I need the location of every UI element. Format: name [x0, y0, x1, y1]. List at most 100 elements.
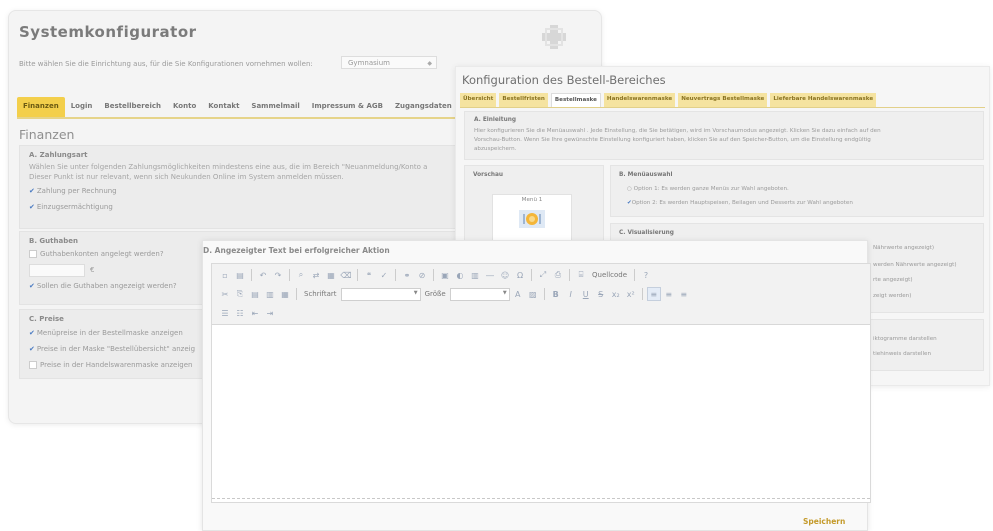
meal-icon: [519, 210, 545, 228]
amount-input[interactable]: [29, 264, 85, 277]
replace-icon[interactable]: ⇄: [309, 268, 323, 282]
config-tabs: Finanzen Login Bestellbereich Konto Kont…: [17, 97, 463, 119]
option-rechnung[interactable]: ✔ Zahlung per Rechnung: [29, 187, 117, 195]
zahlungsart-note: Dieser Punkt ist nur relevant, wenn sich…: [29, 173, 344, 181]
chevron-down-icon: ▼: [413, 289, 418, 296]
preise-option-2[interactable]: ✔ Preise in der Maske "Bestellübersicht" …: [29, 345, 195, 353]
special-char-icon[interactable]: Ω: [513, 268, 527, 282]
menu-preview-card[interactable]: Menü 1: [492, 194, 572, 243]
new-page-icon[interactable]: ▫: [218, 268, 232, 282]
editor-content-area[interactable]: [212, 325, 870, 495]
checkbox: [29, 250, 37, 258]
logo-icon: [542, 25, 566, 49]
cut-icon[interactable]: ✂: [218, 287, 232, 301]
facility-select[interactable]: Gymnasium ◆: [341, 56, 437, 69]
table-insert-icon[interactable]: ▥: [468, 268, 482, 282]
menu-option-1[interactable]: ○ Option 1: Es werden ganze Menüs zur Wa…: [627, 185, 789, 194]
subscript-icon[interactable]: x₂: [609, 287, 623, 301]
tab-bestellfristen[interactable]: Bestellfristen: [499, 93, 548, 107]
save-button[interactable]: Speichern: [803, 517, 845, 526]
guthaben-option[interactable]: Guthabenkonten angelegt werden?: [29, 250, 164, 258]
indent-icon[interactable]: ⇥: [263, 306, 277, 320]
underline-icon[interactable]: U: [579, 287, 593, 301]
visual-option-tail: iktogramme darstellen: [873, 336, 937, 342]
toolbar-row-1: ▫ ▤ ↶ ↷ ⌕ ⇄ ▦ ⌫ ❝ ✓ ⚭ ⊘ ▣ ◐ ▥ ― ☺ Ω ⤢ ⎙ …: [218, 267, 653, 283]
quote-icon[interactable]: ❝: [362, 268, 376, 282]
image-icon[interactable]: ▣: [438, 268, 452, 282]
facility-select-value: Gymnasium: [348, 59, 390, 67]
bold-icon[interactable]: B: [549, 287, 563, 301]
text-color-icon[interactable]: A: [511, 287, 525, 301]
tab-konto[interactable]: Konto: [167, 97, 202, 117]
numbered-list-icon[interactable]: ☰: [218, 306, 232, 320]
option-einzug[interactable]: ✔ Einzugsermächtigung: [29, 203, 113, 211]
template-icon[interactable]: ▤: [233, 268, 247, 282]
copy-icon[interactable]: ⎘: [233, 287, 247, 301]
tab-login[interactable]: Login: [65, 97, 99, 117]
preise-option-3[interactable]: Preise in der Handelswarenmaske anzeigen: [29, 361, 192, 369]
toolbar-separator: [634, 269, 636, 281]
toolbar-separator: [296, 288, 297, 300]
menu-label: Menü 1: [521, 197, 543, 203]
visual-option-tail: tiehinweis darstellen: [873, 351, 932, 357]
align-left-icon[interactable]: ≡: [646, 287, 661, 301]
tab-impressum[interactable]: Impressum & AGB: [306, 97, 389, 117]
menu-option-2[interactable]: ✔Option 2: Es werden Hauptspeisen, Beila…: [627, 199, 853, 208]
tab-uebersicht[interactable]: Übersicht: [460, 93, 497, 107]
bullet-list-icon[interactable]: ☷: [233, 306, 247, 320]
guthaben-show-option[interactable]: ✔ Sollen die Guthaben angezeigt werden?: [29, 282, 177, 290]
flash-icon[interactable]: ◐: [453, 268, 467, 282]
menuauswahl-box: B. Menüauswahl ○ Option 1: Es werden gan…: [610, 165, 984, 217]
font-select[interactable]: ▼: [340, 287, 421, 301]
align-right-icon[interactable]: ≡: [677, 287, 691, 301]
tab-sammelmail[interactable]: Sammelmail: [245, 97, 305, 117]
bg-color-icon[interactable]: ▨: [526, 287, 540, 301]
horizontal-rule-icon[interactable]: ―: [483, 268, 497, 282]
toolbar-separator: [289, 269, 290, 281]
tab-bestellmaske[interactable]: Bestellmaske: [550, 93, 601, 107]
paste-word-icon[interactable]: ▦: [278, 287, 292, 301]
italic-icon[interactable]: I: [564, 287, 578, 301]
tab-neuvertrags-bestellmaske[interactable]: Neuvertrags Bestellmaske: [678, 93, 768, 107]
source-icon[interactable]: ⌸: [574, 268, 588, 282]
superscript-icon[interactable]: x²: [624, 287, 638, 301]
paste-text-icon[interactable]: ▥: [263, 287, 277, 301]
size-select[interactable]: ▼: [449, 287, 510, 301]
option-label: Option 1: Es werden ganze Menüs zur Wahl…: [633, 186, 789, 192]
source-button-label[interactable]: Quellcode: [589, 271, 630, 279]
redo-icon[interactable]: ↷: [271, 268, 285, 282]
about-icon[interactable]: ?: [639, 268, 653, 282]
tab-lieferbare-handelswaren[interactable]: Lieferbare Handelswarenmaske: [770, 93, 877, 107]
table-icon[interactable]: ▦: [324, 268, 338, 282]
find-icon[interactable]: ⌕: [294, 268, 308, 282]
visualisierung-title: C. Visualisierung: [619, 230, 674, 236]
page-title: Systemkonfigurator: [19, 23, 197, 41]
link-icon[interactable]: ⚭: [400, 268, 414, 282]
einleitung-text-1: Hier konfigurieren Sie die Menüauswahl .…: [474, 128, 881, 134]
checkmark-icon: ✔: [29, 329, 35, 337]
preise-option-1[interactable]: ✔ Menüpreise in der Bestellmaske anzeigen: [29, 329, 183, 337]
tab-finanzen[interactable]: Finanzen: [17, 97, 65, 117]
tab-kontakt[interactable]: Kontakt: [202, 97, 245, 117]
eraser-icon[interactable]: ⌫: [339, 268, 353, 282]
unlink-icon[interactable]: ⊘: [415, 268, 429, 282]
undo-icon[interactable]: ↶: [256, 268, 270, 282]
option-label: Sollen die Guthaben angezeigt werden?: [36, 282, 177, 290]
outdent-icon[interactable]: ⇤: [248, 306, 262, 320]
maximize-icon[interactable]: ⤢: [536, 268, 550, 282]
preview-icon[interactable]: ⎙: [551, 268, 565, 282]
chevron-updown-icon: ◆: [427, 60, 432, 67]
editor-resize-handle[interactable]: [212, 498, 870, 502]
paste-icon[interactable]: ▤: [248, 287, 262, 301]
tab-bestellbereich[interactable]: Bestellbereich: [98, 97, 167, 117]
preise-title: C. Preise: [29, 315, 64, 323]
smiley-icon[interactable]: ☺: [498, 268, 512, 282]
font-label: Schriftart: [304, 290, 337, 298]
spellcheck-icon[interactable]: ✓: [377, 268, 391, 282]
tab-zugangsdaten[interactable]: Zugangsdaten: [389, 97, 458, 117]
strikethrough-icon[interactable]: S: [594, 287, 608, 301]
size-label: Größe: [424, 290, 446, 298]
tab-handelswarenmaske[interactable]: Handelswarenmaske: [603, 93, 676, 107]
align-center-icon[interactable]: ≡: [662, 287, 676, 301]
visual-option-tail: rte angezeigt): [873, 277, 913, 283]
